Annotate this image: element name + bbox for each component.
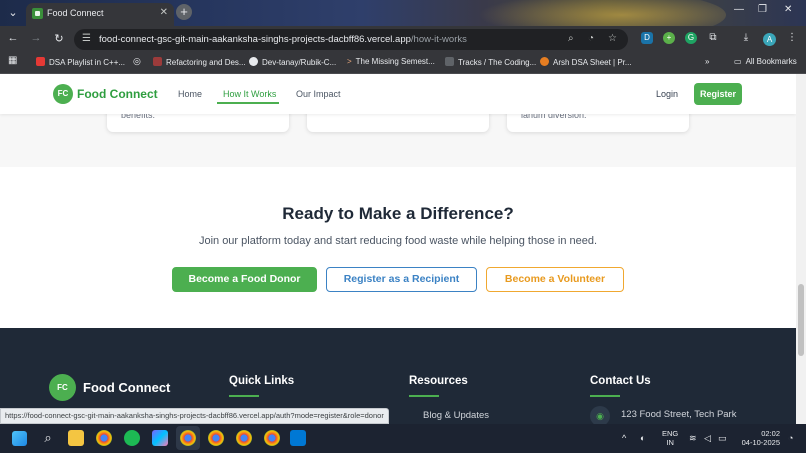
address-url[interactable]: food-connect-gsc-git-main-aakanksha-sing… [99,34,467,45]
brand-name[interactable]: Food Connect [77,87,158,101]
extension-d-icon[interactable]: D [641,32,653,44]
become-donor-button[interactable]: Become a Food Donor [172,267,317,292]
footer-logo-badge: FC [49,374,76,401]
vscode-icon[interactable] [290,430,306,446]
start-windows-icon[interactable] [12,431,27,446]
terminal-icon: > [347,57,352,66]
food-connect-favicon-icon [32,8,43,19]
spotify-icon[interactable] [124,430,140,446]
file-explorer-icon[interactable] [68,430,84,446]
page-scrollbar[interactable] [796,74,806,424]
browser-menu-icon[interactable]: ⋮ [786,32,798,44]
extension-grammarly-icon[interactable]: G [685,32,697,44]
bookmark-tracks[interactable]: Tracks / The Coding... [445,57,536,67]
nav-how-it-works[interactable]: How It Works [223,89,276,99]
page-viewport: benefits. lanum diversion. FC Food Conne… [0,74,796,424]
bookmark-dsa-playlist[interactable]: DSA Playlist in C++... [36,57,125,67]
minimize-icon[interactable]: — [734,4,744,15]
apps-grid-icon[interactable]: ▦ [8,55,17,66]
bookmarks-overflow-icon[interactable]: » [705,57,709,66]
location-pin-icon: ◉ [590,406,610,424]
footer-blog-link[interactable]: Blog & Updates [423,410,489,421]
tray-overflow-icon[interactable]: ^ [622,433,626,443]
windows-taskbar: ⌕ ^ ◐ ENG IN ≋ ◁ ▭ 02:02 04-10-2025 ◔ [0,424,806,453]
volume-icon[interactable]: ◁ [704,433,711,444]
cta-subtitle: Join our platform today and start reduci… [198,235,598,247]
new-tab-icon[interactable]: + [176,4,192,20]
github-icon [249,57,258,66]
footer-contact-heading: Contact Us [590,375,651,397]
tab-strip: ⌄ Food Connect ✕ + — ❐ ✕ [0,0,806,40]
chrome-profile-d-icon[interactable] [264,430,280,446]
star-icon[interactable]: ☆ [608,33,617,44]
arsh-icon [540,57,549,66]
logo-badge[interactable]: FC [53,84,73,104]
search-icon[interactable]: ⌕ [40,430,56,446]
profile-avatar[interactable]: A [763,33,776,46]
chrome-profile-a-icon[interactable] [180,430,196,446]
notifications-bell-icon[interactable]: ◔ [788,433,793,443]
footer-address: 123 Food Street, Tech Park [621,409,737,420]
copilot-icon[interactable] [152,430,168,446]
extension-plus-icon[interactable]: + [663,32,675,44]
chrome-icon[interactable] [96,430,112,446]
globe-icon[interactable]: ◎ [133,56,141,67]
performance-icon[interactable]: ◔ [588,33,594,44]
browser-toolbar: ← → ↻ ☰ food-connect-gsc-git-main-aakank… [0,26,806,52]
wifi-icon[interactable]: ≋ [689,433,697,444]
bookmark-missing-semester[interactable]: > The Missing Semest... [347,57,435,66]
bookmark-dev-tanay[interactable]: Dev-tanay/Rubik-C... [249,57,336,67]
bookmarks-bar: ▦ DSA Playlist in C++... ◎ Refactoring a… [0,52,806,74]
cta-section: Ready to Make a Difference? Join our pla… [0,167,796,328]
tab-close-icon[interactable]: ✕ [160,7,168,18]
scrollbar-thumb[interactable] [798,284,804,356]
battery-icon[interactable]: ▭ [718,433,727,444]
reload-icon[interactable]: ↻ [52,32,66,45]
site-info-icon[interactable]: ☰ [82,33,91,44]
chrome-profile-b-icon[interactable] [208,430,224,446]
zoom-search-icon[interactable]: ⌕ [568,33,574,44]
footer-quick-links-heading: Quick Links [229,375,295,397]
system-clock[interactable]: 02:02 04-10-2025 [740,429,780,447]
tab-search-chevron-icon[interactable]: ⌄ [5,4,21,22]
tab-title: Food Connect [47,8,104,18]
window-close-icon[interactable]: ✕ [784,4,792,15]
footer-resources-heading: Resources [409,375,468,397]
bookmark-refactoring[interactable]: Refactoring and Des... [153,57,246,67]
status-bar-url: https://food-connect-gsc-git-main-aakank… [0,408,389,424]
tracks-icon [445,57,454,66]
register-button[interactable]: Register [694,83,742,105]
extensions-puzzle-icon[interactable]: ⧉ [707,32,719,44]
downloads-icon[interactable]: ⤓ [740,32,752,44]
back-icon[interactable]: ← [6,32,20,44]
become-volunteer-button[interactable]: Become a Volunteer [486,267,624,292]
address-bar[interactable]: ☰ food-connect-gsc-git-main-aakanksha-si… [74,29,628,50]
input-language[interactable]: ENG IN [662,429,678,447]
chrome-profile-c-icon[interactable] [236,430,252,446]
cta-title: Ready to Make a Difference? [282,204,514,223]
site-header: FC Food Connect Home How It Works Our Im… [0,74,796,114]
folder-icon: ▭ [734,57,742,66]
bookmark-arsh-dsa[interactable]: Arsh DSA Sheet | Pr... [540,57,632,67]
nav-home[interactable]: Home [178,89,202,99]
tab-food-connect[interactable]: Food Connect ✕ [26,3,174,26]
login-link[interactable]: Login [656,89,678,99]
forward-icon[interactable]: → [29,32,43,44]
footer-brand: Food Connect [83,380,171,395]
nav-our-impact[interactable]: Our Impact [296,89,341,99]
register-recipient-button[interactable]: Register as a Recipient [326,267,477,292]
refactoring-icon [153,57,162,66]
restore-icon[interactable]: ❐ [758,4,767,15]
nav-active-underline [217,102,279,104]
all-bookmarks[interactable]: ▭ All Bookmarks [734,57,797,66]
youtube-icon [36,57,45,66]
tray-app-icon[interactable]: ◐ [640,433,645,443]
